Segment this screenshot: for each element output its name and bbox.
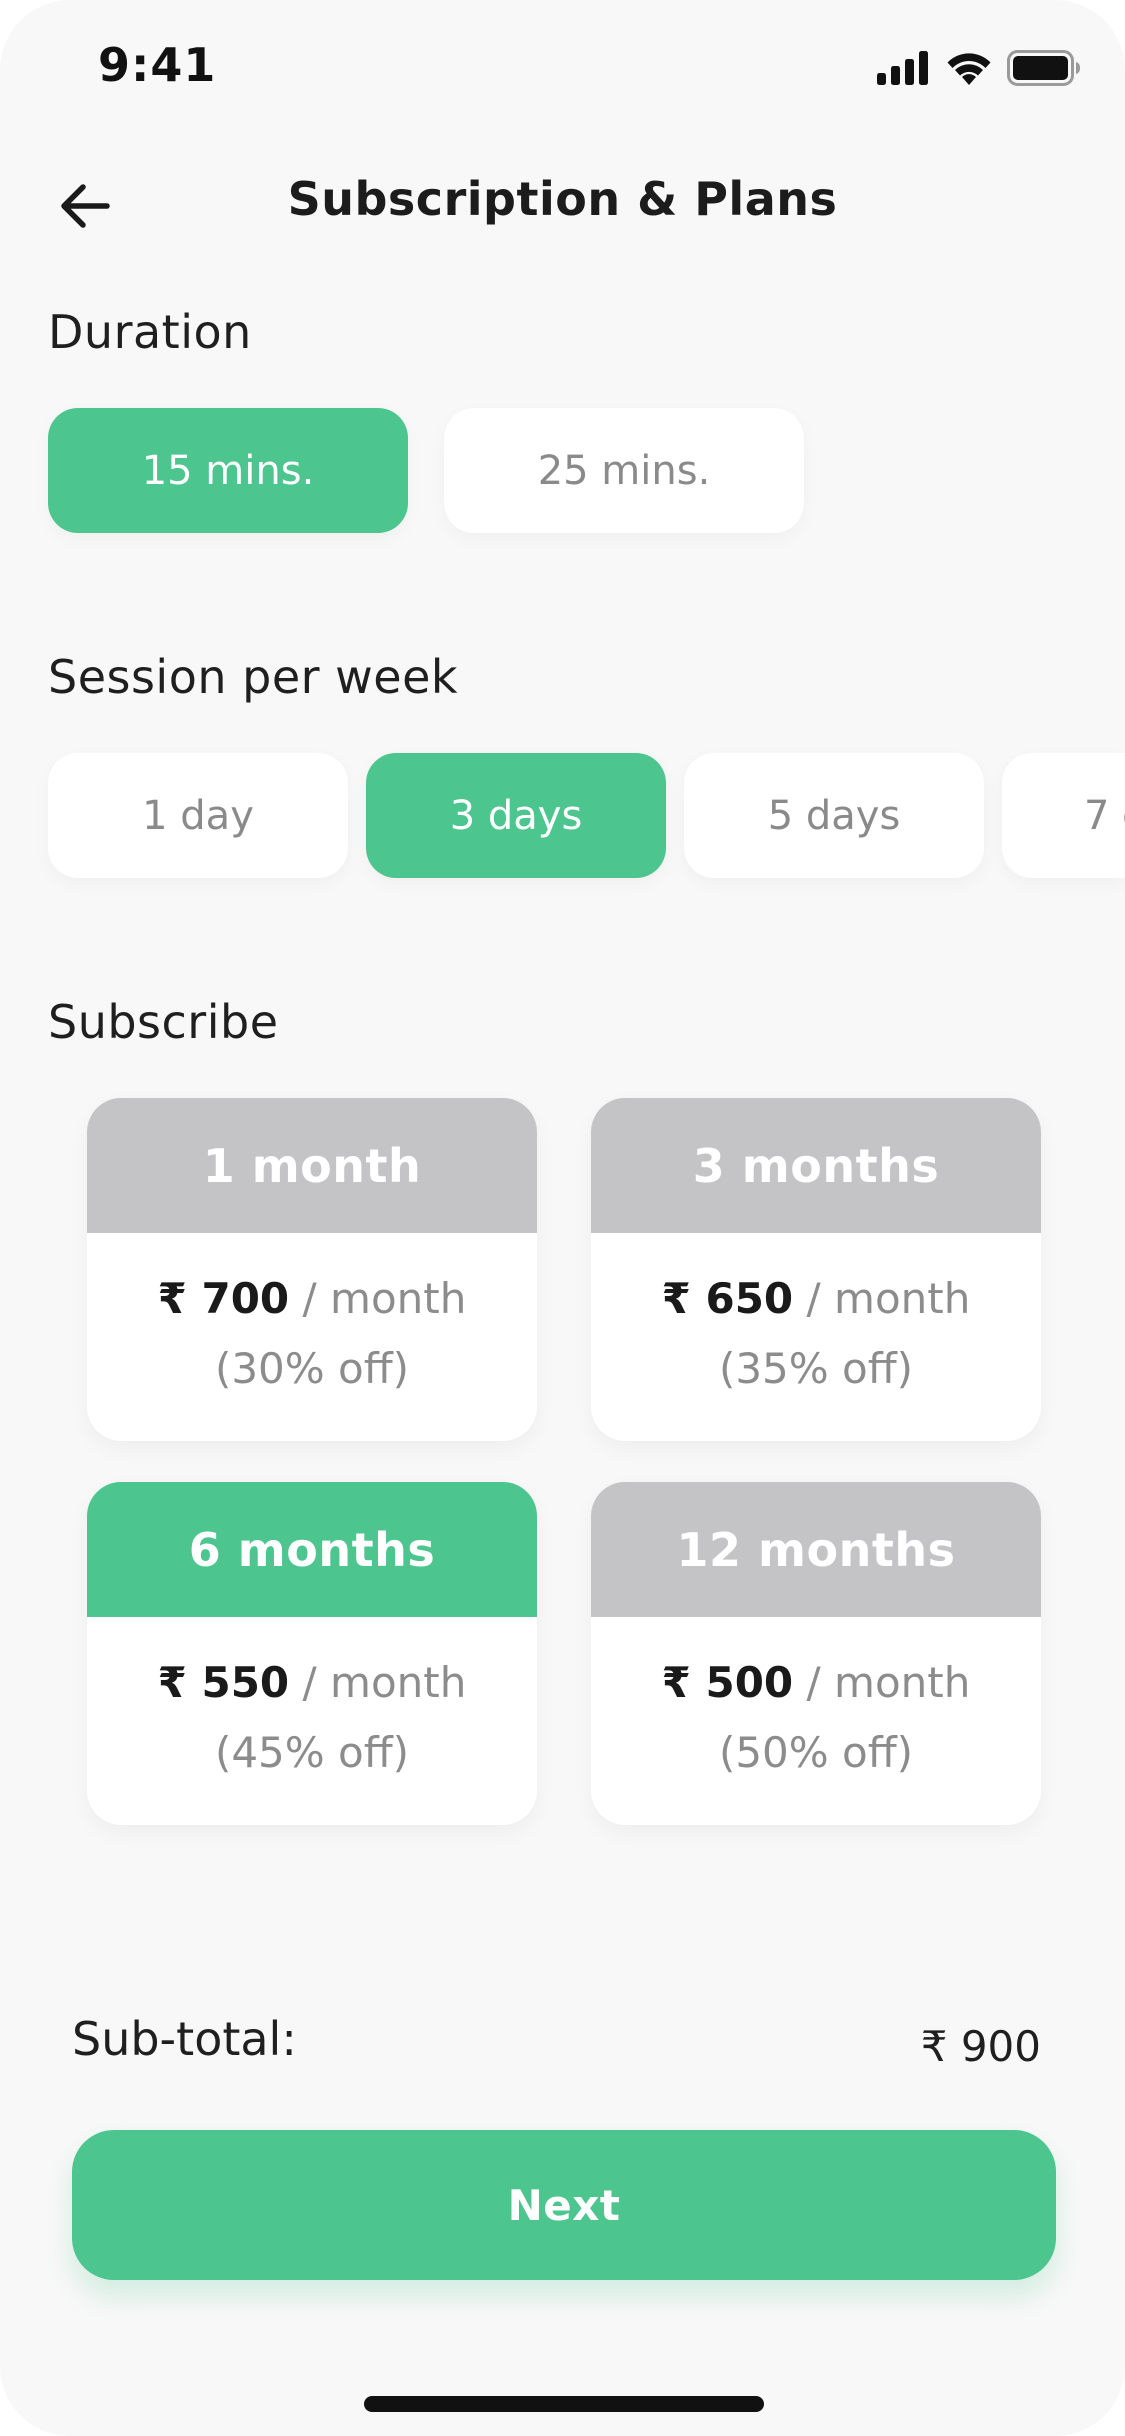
- status-time: 9:41: [98, 38, 217, 92]
- page-title: Subscription & Plans: [287, 172, 838, 226]
- duration-option-15-mins[interactable]: 15 mins.: [48, 408, 408, 533]
- plan-price-amount: ₹ 700: [157, 1274, 290, 1323]
- plan-price-unit: / month: [302, 1658, 467, 1707]
- session-option-1-day[interactable]: 1 day: [48, 753, 348, 878]
- plan-card-12-months[interactable]: 12 months ₹ 500 / month (50% off): [591, 1482, 1041, 1825]
- subscribe-label: Subscribe: [48, 995, 279, 1049]
- session-option-7-days[interactable]: 7 days: [1002, 753, 1125, 878]
- cellular-signal-icon: [877, 51, 928, 85]
- plan-title: 6 months: [87, 1482, 537, 1617]
- home-indicator: [364, 2396, 764, 2412]
- battery-icon: [1007, 50, 1080, 86]
- plan-price-unit: / month: [806, 1658, 971, 1707]
- plan-title: 3 months: [591, 1098, 1041, 1233]
- plan-price: ₹ 650 / month: [591, 1271, 1041, 1327]
- plan-price: ₹ 550 / month: [87, 1655, 537, 1711]
- plan-card-1-month[interactable]: 1 month ₹ 700 / month (30% off): [87, 1098, 537, 1441]
- wifi-icon: [947, 53, 991, 85]
- plan-price-unit: / month: [806, 1274, 971, 1323]
- plan-price: ₹ 700 / month: [87, 1271, 537, 1327]
- plan-price: ₹ 500 / month: [591, 1655, 1041, 1711]
- session-per-week-label: Session per week: [48, 650, 459, 704]
- plan-discount: (30% off): [214, 1344, 410, 1393]
- plan-price-amount: ₹ 650: [661, 1274, 794, 1323]
- plan-price-amount: ₹ 550: [157, 1658, 290, 1707]
- status-icons: [877, 48, 1081, 88]
- plan-title: 1 month: [87, 1098, 537, 1233]
- session-option-5-days[interactable]: 5 days: [684, 753, 984, 878]
- plan-discount: (35% off): [718, 1344, 914, 1393]
- plan-price-amount: ₹ 500: [661, 1658, 794, 1707]
- plan-card-3-months[interactable]: 3 months ₹ 650 / month (35% off): [591, 1098, 1041, 1441]
- plan-card-6-months[interactable]: 6 months ₹ 550 / month (45% off): [87, 1482, 537, 1825]
- plan-discount: (45% off): [214, 1728, 410, 1777]
- subtotal-value: ₹ 900: [920, 2022, 1041, 2071]
- plan-discount: (50% off): [718, 1728, 914, 1777]
- subtotal-label: Sub-total:: [72, 2012, 297, 2066]
- duration-option-25-mins[interactable]: 25 mins.: [444, 408, 804, 533]
- duration-label: Duration: [48, 305, 252, 359]
- subscription-screen: 9:41 Subscription & Plans Duration 15 mi…: [0, 0, 1125, 2436]
- plan-price-unit: / month: [302, 1274, 467, 1323]
- session-option-3-days[interactable]: 3 days: [366, 753, 666, 878]
- next-button[interactable]: Next: [72, 2130, 1056, 2280]
- plan-title: 12 months: [591, 1482, 1041, 1617]
